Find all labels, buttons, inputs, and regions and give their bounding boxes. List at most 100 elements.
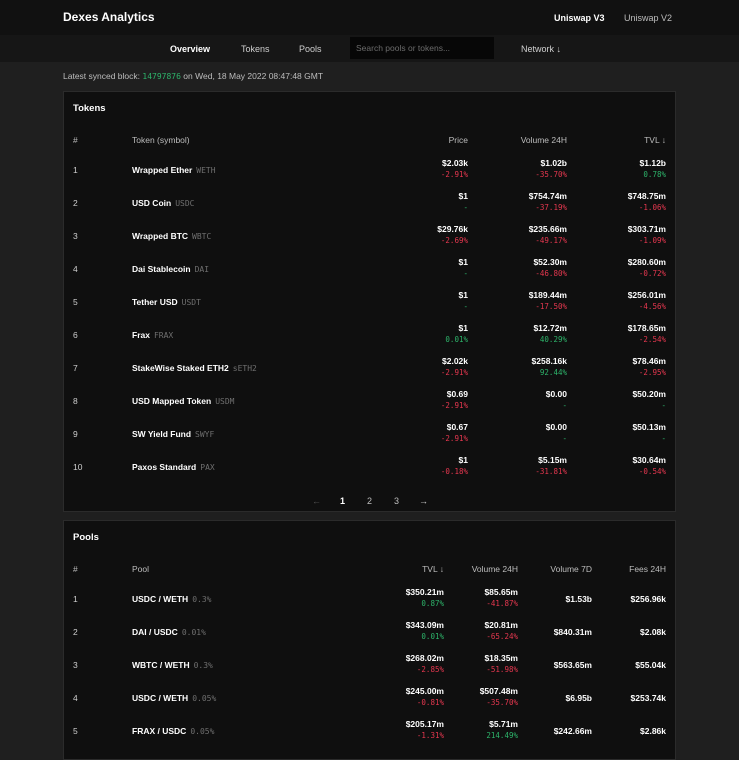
tvl-change: -: [661, 401, 666, 410]
col-pool[interactable]: Pool: [132, 564, 149, 574]
fees-24h-value: $2.86k: [640, 726, 666, 736]
volume-24h-change: -17.50%: [535, 302, 567, 311]
token-name-text: Frax: [132, 330, 150, 340]
price-value: $29.76k: [437, 224, 468, 234]
token-name[interactable]: USD Coin USDC: [132, 198, 194, 208]
page-3[interactable]: 3: [394, 496, 399, 506]
pools-title: Pools: [73, 532, 99, 543]
tvl-change: -0.81%: [416, 698, 444, 707]
table-row[interactable]: 9 SW Yield Fund SWYF $0.67 -2.91% $0.00 - $50.1…: [64, 417, 675, 450]
pool-name[interactable]: DAI / USDC 0.01%: [132, 627, 206, 637]
pools-panel: Pools # Pool TVL ↓ Volume 24H Volume 7D …: [63, 520, 676, 760]
token-name-text: Paxos Standard: [132, 462, 197, 472]
table-row[interactable]: 4 Dai Stablecoin DAI $1 - $52.30m -46.80% $280.…: [64, 252, 675, 285]
row-index: 10: [73, 462, 83, 472]
table-row[interactable]: 1 Wrapped Ether WETH $2.03k -2.91% $1.02b -35.…: [64, 153, 675, 186]
pool-fee-tier: 0.3%: [192, 595, 212, 604]
col-fees-24h[interactable]: Fees 24H: [629, 564, 666, 574]
col-volume-24h[interactable]: Volume 24H: [521, 135, 567, 145]
fees-24h-value: $253.74k: [630, 693, 666, 703]
page-2[interactable]: 2: [367, 496, 372, 506]
price-change: -2.91%: [440, 434, 468, 443]
price-value: $1: [458, 455, 468, 465]
volume-24h-value: $85.65m: [484, 587, 518, 597]
col-volume-24h[interactable]: Volume 24H: [472, 564, 518, 574]
token-name[interactable]: Frax FRAX: [132, 330, 173, 340]
row-index: 2: [73, 627, 78, 637]
token-name-text: Dai Stablecoin: [132, 264, 191, 274]
volume-24h-value: $235.66m: [528, 224, 567, 234]
fees-24h-value: $55.04k: [635, 660, 666, 670]
price-change: 0.01%: [445, 335, 468, 344]
volume-24h-change: -49.17%: [535, 236, 567, 245]
token-symbol: WETH: [196, 166, 216, 175]
prev-page-arrow[interactable]: ←: [312, 496, 321, 506]
nav-overview[interactable]: Overview: [170, 44, 210, 54]
token-name[interactable]: Paxos Standard PAX: [132, 462, 215, 472]
price-value: $2.03k: [442, 158, 468, 168]
pool-name[interactable]: FRAX / USDC 0.05%: [132, 726, 214, 736]
pool-name-text: FRAX / USDC: [132, 726, 187, 736]
tvl-change: -2.85%: [416, 665, 444, 674]
token-name[interactable]: Wrapped Ether WETH: [132, 165, 216, 175]
table-row[interactable]: 2 DAI / USDC 0.01% $343.09m 0.01% $20.81m -65.…: [64, 615, 675, 648]
table-row[interactable]: 10 Paxos Standard PAX $1 -0.18% $5.15m -31.81%…: [64, 450, 675, 483]
table-row[interactable]: 8 USD Mapped Token USDM $0.69 -2.91% $0.00 - $5…: [64, 384, 675, 417]
token-name[interactable]: SW Yield Fund SWYF: [132, 429, 214, 439]
volume-24h-value: $0.00: [545, 389, 567, 399]
volume-24h-value: $12.72m: [533, 323, 567, 333]
block-number[interactable]: 14797876: [142, 72, 181, 81]
network-dropdown[interactable]: Network ↓: [521, 44, 561, 54]
token-name[interactable]: StakeWise Staked ETH2 sETH2: [132, 363, 257, 373]
table-row[interactable]: 4 USDC / WETH 0.05% $245.00m -0.81% $507.48m -…: [64, 681, 675, 714]
row-index: 5: [73, 726, 78, 736]
table-row[interactable]: 5 FRAX / USDC 0.05% $205.17m -1.31% $5.71m 214…: [64, 714, 675, 747]
version-uniswap-v3[interactable]: Uniswap V3: [554, 13, 605, 23]
volume-24h-change: -46.80%: [535, 269, 567, 278]
page-1[interactable]: 1: [340, 496, 345, 506]
token-symbol: USDM: [215, 397, 235, 406]
table-row[interactable]: 3 WBTC / WETH 0.3% $268.02m -2.85% $18.35m -51…: [64, 648, 675, 681]
tvl-value: $245.00m: [405, 686, 444, 696]
row-index: 1: [73, 594, 78, 604]
pool-name[interactable]: USDC / WETH 0.3%: [132, 594, 211, 604]
row-index: 4: [73, 264, 78, 274]
volume-24h-value: $5.15m: [538, 455, 567, 465]
col-price[interactable]: Price: [449, 135, 468, 145]
volume-24h-value: $5.71m: [489, 719, 518, 729]
table-row[interactable]: 2 USD Coin USDC $1 - $754.74m -37.19% $748.75m -…: [64, 186, 675, 219]
tvl-change: 0.78%: [643, 170, 666, 179]
col-tvl[interactable]: TVL ↓: [644, 135, 666, 145]
next-page-arrow[interactable]: →: [419, 496, 428, 506]
table-row[interactable]: 3 Wrapped BTC WBTC $29.76k -2.69% $235.66m -49…: [64, 219, 675, 252]
price-change: -: [463, 302, 468, 311]
nav-pools[interactable]: Pools: [299, 44, 322, 54]
token-name[interactable]: Dai Stablecoin DAI: [132, 264, 209, 274]
row-index: 3: [73, 231, 78, 241]
pool-name[interactable]: WBTC / WETH 0.3%: [132, 660, 213, 670]
tvl-value: $1.12b: [639, 158, 666, 168]
col-tvl[interactable]: TVL ↓: [422, 564, 444, 574]
app-title[interactable]: Dexes Analytics: [63, 10, 155, 24]
table-row[interactable]: 1 USDC / WETH 0.3% $350.21m 0.87% $85.65m -41.…: [64, 582, 675, 615]
col-volume-7d[interactable]: Volume 7D: [550, 564, 592, 574]
fees-24h-value: $256.96k: [630, 594, 666, 604]
tvl-value: $205.17m: [405, 719, 444, 729]
top-bar: Dexes Analytics Uniswap V3 Uniswap V2: [0, 0, 739, 35]
price-change: -: [463, 203, 468, 212]
table-row[interactable]: 5 Tether USD USDT $1 - $189.44m -17.50% $256.01…: [64, 285, 675, 318]
pool-name[interactable]: USDC / WETH 0.05%: [132, 693, 216, 703]
row-index: 2: [73, 198, 78, 208]
table-row[interactable]: 6 Frax FRAX $1 0.01% $12.72m 40.29% $178.65m -2.…: [64, 318, 675, 351]
token-name[interactable]: Wrapped BTC WBTC: [132, 231, 211, 241]
tvl-value: $303.71m: [627, 224, 666, 234]
search-input[interactable]: [350, 37, 494, 59]
col-token[interactable]: Token (symbol): [132, 135, 190, 145]
version-uniswap-v2[interactable]: Uniswap V2: [624, 13, 672, 23]
token-name[interactable]: Tether USD USDT: [132, 297, 201, 307]
table-row[interactable]: 7 StakeWise Staked ETH2 sETH2 $2.02k -2.91% $…: [64, 351, 675, 384]
token-name-text: USD Mapped Token: [132, 396, 212, 406]
tokens-title: Tokens: [73, 103, 106, 114]
nav-tokens[interactable]: Tokens: [241, 44, 270, 54]
token-name[interactable]: USD Mapped Token USDM: [132, 396, 234, 406]
